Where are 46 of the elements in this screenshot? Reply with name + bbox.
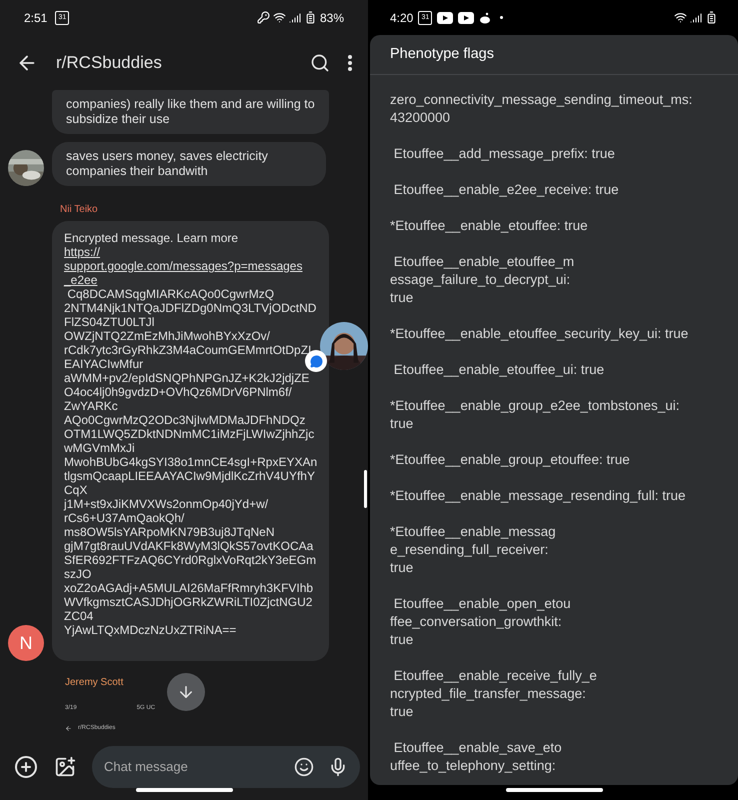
emoji-icon[interactable] <box>294 757 314 777</box>
sender-name: Nii Teiko <box>60 203 99 217</box>
flag-entry: Etouffee__enable_open_etou ffee_conversation_growthkit: true <box>390 595 572 649</box>
flag-entry: *Etouffee__enable_group_etouffee: true <box>390 451 631 469</box>
battery-percent: 83% <box>320 10 344 26</box>
alien-app-icon <box>479 12 492 24</box>
dialog-title: Phenotype flags <box>390 44 494 64</box>
flag-entry: *Etouffee__enable_group_e2ee_tombstones_ui: true <box>390 397 680 433</box>
message-bubble: companies) really like them and are willing to subsidize their use <box>52 90 329 134</box>
gallery-button[interactable] <box>54 756 76 778</box>
image-icon <box>54 756 76 778</box>
preview-back-icon <box>65 724 72 732</box>
flag-entry: *Etouffee__enable_messag e_resending_full_receiver: true <box>390 523 557 577</box>
flag-entry: Etouffee__enable_receive_fully_e ncrypted_file_transfer_message: true <box>390 667 598 721</box>
more-icon <box>348 54 352 70</box>
battery-icon <box>705 11 718 24</box>
video-app-icon <box>458 12 474 24</box>
flag-entry: Etouffee__enable_save_eto uffee_to_telephony_setting: <box>390 739 563 775</box>
chat-message-field[interactable]: Chat message <box>104 757 280 777</box>
battery-icon <box>304 11 317 24</box>
flag-entry: Etouffee__enable_etouffee_m essage_failure_to_decrypt_ui: true <box>390 253 576 307</box>
status-time: 4:20 <box>390 10 414 26</box>
flag-entry: zero_connectivity_message_sending_timeout_ms: 43200000 <box>390 91 694 127</box>
help-link[interactable]: https:// support.google.com/messages?p=messages _e2ee <box>64 245 318 287</box>
avatar-letter: N <box>8 625 44 661</box>
down-arrow-icon <box>177 683 195 701</box>
flag-entry: *Etouffee__enable_etouffee_security_key_ui: true <box>390 325 690 343</box>
add-button[interactable] <box>14 755 38 779</box>
message-composer[interactable]: Chat message <box>92 746 360 788</box>
sender-name: Jeremy Scott <box>65 676 124 690</box>
flag-entry: *Etouffee__enable_etouffee: true <box>390 217 589 235</box>
video-app-icon <box>437 12 454 24</box>
plus-icon <box>14 755 38 779</box>
conversation-title: r/RCSbuddies <box>56 52 162 74</box>
encrypted-message-text: Encrypted message. Learn more https:// support.google.com/messages?p=messages _e2ee Cq8DCAMSqgMIARKcAQo0CgwrMzQ 2NTM4Njk1NTQaJDFlZDg0NmQ3LTVjODctND FlZS04ZTU0LTJl OWZjNTQ2ZmEzMhJiMwohBYxXzOv/ rCdk7ytc3rGyRhkZ3M4aCoumGEMmrtOtDpZI EAIYACIwMfur aWMM+pv2/epIdSNQPhNPGnJZ+K2kJ2jdjZE O4oc4lj0h9gvdzD+OVhQz6MDrV6PNlm6f/ ZwYARKc AQo0CgwrMzQ2ODc3NjIwMDMaJDFhNDQz OTM1LWQ5ZDktNDNmMC1iMzFjLWIwZjhhZjc wMGVmMxJi MwohBUbG4kgSYI38o1mnCE4sgI+RpxEYXAn tlgsmQcaapLIEEAAYACIw9MjdlKcZrhV4UYfhY CqX j1M+st9xJiKMVXWs2onmOp40jYd+w/ rCs6+U37AmQaokQh/ ms8OW5lsYARpoMKN79B3uj8JTqNeN gjM7gt8rauUVdAKFk8WyM3lQkS57ovtKOCAa SfER692FTFzAQ6CYrd0RglxVoRqt2kY3eEGm szJO xoZ2oAGAdj+A5MULAI26MaFfRmryh3KFVIhb WVfkgmsztCASJDhjOGRkZWRiLTI0ZjctNGU2 ZC04 YjAwLTQxMDczNzUxZTRiNA== <box>52 221 330 661</box>
flag-entry: *Etouffee__enable_message_resending_full: true <box>390 487 686 505</box>
status-time: 2:51 <box>24 10 48 26</box>
signal-icon <box>690 12 702 24</box>
scrollbar-thumb <box>364 470 367 508</box>
message-bubble: saves users money, saves electricity companies their bandwith <box>52 142 326 186</box>
scroll-down-button[interactable] <box>167 673 205 711</box>
flag-entry: Etouffee__enable_etouffee_ui: true <box>392 361 606 379</box>
vpn-key-icon <box>256 11 270 24</box>
flag-entry: Etouffee__enable_e2ee_receive: true <box>392 181 620 199</box>
search-icon <box>310 52 330 72</box>
flag-entry: Etouffee__add_message_prefix: true <box>392 145 616 163</box>
